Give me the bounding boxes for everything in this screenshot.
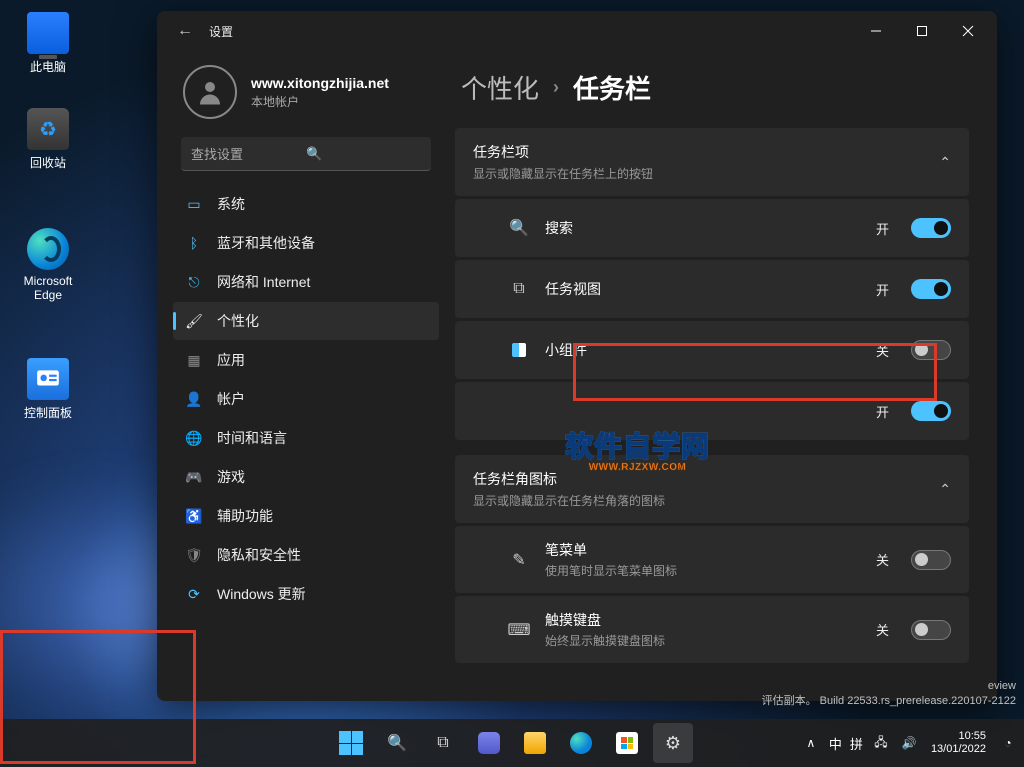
gear-icon: ⚙ (665, 733, 681, 754)
taskview-icon: ⧉ (509, 280, 529, 298)
section-corner-icons[interactable]: 任务栏角图标 显示或隐藏显示在任务栏角落的图标 ⌃ (455, 455, 969, 523)
profile-block[interactable]: www.xitongzhijia.net 本地帐户 (173, 61, 439, 137)
search-placeholder: 查找设置 (191, 144, 306, 163)
bluetooth-icon: ᛒ (185, 234, 203, 252)
volume-icon[interactable]: 🔊 (899, 736, 919, 750)
taskbar-explorer[interactable] (515, 723, 555, 763)
breadcrumb-current: 任务栏 (573, 69, 651, 106)
minimize-button[interactable] (853, 15, 899, 47)
accessibility-icon: ♿ (185, 507, 203, 525)
start-button[interactable] (331, 723, 371, 763)
toggle-taskview[interactable] (911, 279, 951, 299)
network-icon[interactable]: 🖧 (871, 733, 891, 754)
apps-icon: ▦ (185, 351, 203, 369)
notifications-icon[interactable]: ◔ (998, 736, 1018, 750)
gamepad-icon: 🎮 (185, 468, 203, 486)
profile-account: 本地帐户 (251, 93, 389, 110)
nav-apps[interactable]: ▦应用 (173, 341, 439, 379)
taskbar: 🔍 ⧉ ⚙ ∧ 中拼 🖧 🔊 10:55 13/01/2022 ◔ (0, 719, 1024, 767)
breadcrumb: 个性化 › 任务栏 (461, 69, 969, 106)
toggle-pen-menu[interactable] (911, 550, 951, 570)
maximize-button[interactable] (899, 15, 945, 47)
back-button[interactable]: ← (169, 22, 201, 40)
taskbar-settings[interactable]: ⚙ (653, 723, 693, 763)
windows-logo-icon (339, 731, 363, 755)
chevron-right-icon: › (553, 77, 559, 98)
nav-accounts[interactable]: 👤帐户 (173, 380, 439, 418)
keyboard-icon: ⌨ (509, 620, 529, 640)
search-input[interactable]: 查找设置 🔍 (181, 137, 431, 171)
option-chat: 开 (455, 382, 969, 440)
sidebar: www.xitongzhijia.net 本地帐户 查找设置 🔍 ▭系统 ᛒ蓝牙… (157, 51, 447, 701)
avatar-icon (183, 65, 237, 119)
content-pane: 个性化 › 任务栏 任务栏项 显示或隐藏显示在任务栏上的按钮 ⌃ 🔍 搜索 开 (447, 51, 997, 701)
edge-icon (27, 228, 69, 270)
edge-icon (570, 732, 592, 754)
taskbar-chat[interactable] (469, 723, 509, 763)
desktop-icon-label: 回收站 (10, 154, 86, 171)
desktop-icon-label: 此电脑 (10, 58, 86, 75)
nav-bluetooth[interactable]: ᛒ蓝牙和其他设备 (173, 224, 439, 262)
toggle-chat[interactable] (911, 401, 951, 421)
desktop-icon-recycle-bin[interactable]: 回收站 (10, 108, 86, 171)
toggle-search[interactable] (911, 218, 951, 238)
build-info: eview 评估副本。 Build 22533.rs_prerelease.22… (762, 680, 1016, 708)
update-icon: ⟳ (185, 585, 203, 603)
nav-privacy[interactable]: 🛡隐私和安全性 (173, 536, 439, 574)
pen-icon: ✎ (509, 550, 529, 570)
option-widgets: 小组件 关 (455, 321, 969, 379)
nav-accessibility[interactable]: ♿辅助功能 (173, 497, 439, 535)
nav-update[interactable]: ⟳Windows 更新 (173, 575, 439, 613)
brush-icon: 🖌 (185, 312, 203, 330)
clock[interactable]: 10:55 13/01/2022 (931, 730, 986, 756)
globe-icon: 🌐 (185, 429, 203, 447)
titlebar: ← 设置 (157, 11, 997, 51)
chat-icon (478, 732, 500, 754)
system-icon: ▭ (185, 195, 203, 213)
toggle-widgets[interactable] (911, 340, 951, 360)
section-taskbar-items[interactable]: 任务栏项 显示或隐藏显示在任务栏上的按钮 ⌃ (455, 128, 969, 196)
taskbar-store[interactable] (607, 723, 647, 763)
widgets-icon (509, 343, 529, 357)
settings-window: ← 设置 www.xitongzhijia.net 本地帐户 查找设置 🔍 ▭系… (157, 11, 997, 701)
option-search: 🔍 搜索 开 (455, 199, 969, 257)
nav-system[interactable]: ▭系统 (173, 185, 439, 223)
taskbar-search[interactable]: 🔍 (377, 723, 417, 763)
toggle-touch-keyboard[interactable] (911, 620, 951, 640)
control-panel-icon (27, 358, 69, 400)
search-icon: 🔍 (509, 218, 529, 238)
profile-name: www.xitongzhijia.net (251, 75, 389, 91)
taskbar-taskview[interactable]: ⧉ (423, 723, 463, 763)
shield-icon: 🛡 (185, 546, 203, 564)
taskbar-edge[interactable] (561, 723, 601, 763)
monitor-icon (27, 12, 69, 54)
tray-chevron-up-icon[interactable]: ∧ (801, 736, 821, 750)
desktop-icon-label: 控制面板 (10, 404, 86, 421)
taskview-icon: ⧉ (437, 734, 448, 752)
window-title: 设置 (209, 23, 233, 40)
desktop-icon-control-panel[interactable]: 控制面板 (10, 358, 86, 421)
desktop-icon-edge[interactable]: Microsoft Edge (10, 228, 86, 303)
option-taskview: ⧉ 任务视图 开 (455, 260, 969, 318)
nav-gaming[interactable]: 🎮游戏 (173, 458, 439, 496)
chevron-up-icon: ⌃ (939, 154, 951, 171)
recycle-bin-icon (27, 108, 69, 150)
nav-personalization[interactable]: 🖌个性化 (173, 302, 439, 340)
store-icon (616, 732, 638, 754)
search-icon: 🔍 (387, 733, 407, 753)
nav-network[interactable]: ⎋网络和 Internet (173, 263, 439, 301)
nav-time[interactable]: 🌐时间和语言 (173, 419, 439, 457)
wifi-icon: ⎋ (185, 273, 203, 291)
chevron-up-icon: ⌃ (939, 481, 951, 498)
folder-icon (524, 732, 546, 754)
person-icon: 👤 (185, 390, 203, 408)
option-touch-keyboard: ⌨ 触摸键盘 始终显示触摸键盘图标 关 (455, 596, 969, 663)
option-pen-menu: ✎ 笔菜单 使用笔时显示笔菜单图标 关 (455, 526, 969, 593)
ime-indicator[interactable]: 中拼 (829, 734, 863, 753)
desktop-icon-this-pc[interactable]: 此电脑 (10, 12, 86, 75)
close-button[interactable] (945, 15, 991, 47)
desktop-icon-label: Microsoft Edge (10, 274, 86, 303)
breadcrumb-parent[interactable]: 个性化 (461, 69, 539, 106)
search-icon: 🔍 (306, 146, 421, 162)
